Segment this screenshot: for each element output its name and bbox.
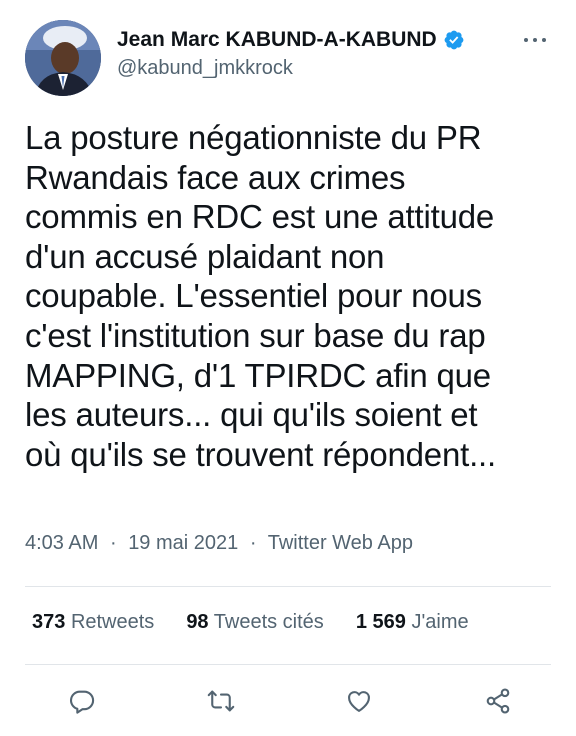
user-handle[interactable]: @kabund_jmkkrock — [117, 57, 465, 80]
tweet-meta: 4:03 AM · 19 mai 2021 · Twitter Web App — [25, 532, 413, 555]
retweets-count: 373 — [32, 611, 66, 633]
reply-icon — [69, 690, 95, 714]
tweet-date[interactable]: 19 mai 2021 — [128, 532, 238, 554]
meta-separator: · — [109, 532, 117, 554]
reply-button[interactable] — [60, 681, 104, 721]
tweet-source[interactable]: Twitter Web App — [268, 532, 413, 554]
display-name[interactable]: Jean Marc KABUND-A-KABUND — [117, 28, 437, 52]
share-icon — [486, 688, 510, 714]
avatar-image — [25, 20, 101, 96]
avatar[interactable] — [25, 20, 101, 96]
divider — [25, 664, 551, 665]
more-dots-icon[interactable] — [517, 30, 553, 50]
tweet-time[interactable]: 4:03 AM — [25, 532, 98, 554]
tweet-stats: 373 Retweets 98 Tweets cités 1 569 J'aim… — [32, 611, 552, 634]
tweet-text: La posture négationniste du PR Rwandais … — [25, 119, 496, 473]
quotes-stat[interactable]: 98 Tweets cités — [186, 611, 324, 634]
like-button[interactable] — [337, 681, 381, 721]
divider — [25, 586, 551, 587]
retweet-icon — [207, 690, 234, 712]
meta-separator: · — [249, 532, 257, 554]
verified-badge-icon — [444, 30, 464, 50]
retweet-button[interactable] — [199, 681, 243, 721]
share-button[interactable] — [476, 681, 520, 721]
quotes-label: Tweets cités — [213, 611, 324, 633]
retweets-stat[interactable]: 373 Retweets — [32, 611, 154, 634]
likes-stat[interactable]: 1 569 J'aime — [356, 611, 469, 634]
retweets-label: Retweets — [70, 611, 155, 633]
likes-count: 1 569 — [355, 611, 406, 633]
tweet-header: Jean Marc KABUND-A-KABUND @kabund_jmkkro… — [25, 20, 555, 96]
heart-icon — [348, 691, 371, 712]
tweet-actions — [60, 681, 520, 721]
author-names: Jean Marc KABUND-A-KABUND @kabund_jmkkro… — [117, 26, 465, 80]
likes-label: J'aime — [411, 611, 469, 633]
quotes-count: 98 — [186, 611, 209, 633]
